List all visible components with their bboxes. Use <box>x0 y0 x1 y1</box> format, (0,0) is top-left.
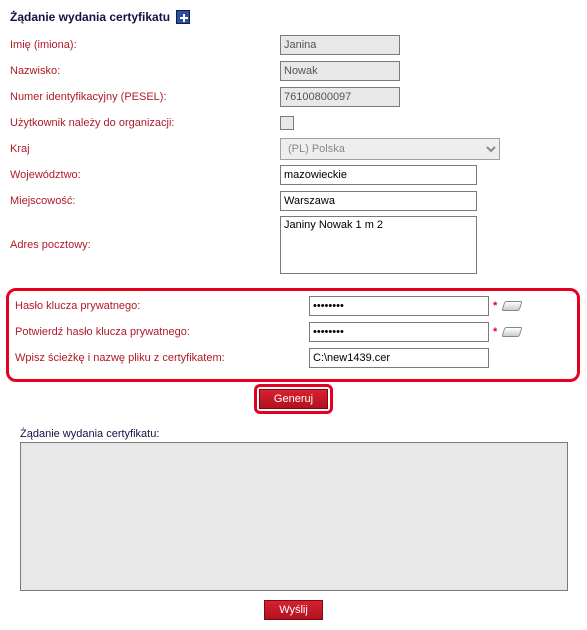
label-org: Użytkownik należy do organizacji: <box>10 117 280 129</box>
required-asterisk: * <box>493 300 497 312</box>
input-firstname <box>280 35 400 55</box>
textarea-req-output <box>20 442 568 591</box>
erase-icon[interactable] <box>502 301 523 311</box>
label-req-output: Żądanie wydania certyfikatu: <box>20 428 577 440</box>
expand-icon[interactable] <box>176 10 190 24</box>
label-lastname: Nazwisko: <box>10 65 280 77</box>
label-pesel: Numer identyfikacyjny (PESEL): <box>10 91 280 103</box>
select-country: (PL) Polska <box>280 138 500 160</box>
label-pk-pass-confirm: Potwierdź hasło klucza prywatnego: <box>15 326 309 338</box>
input-pk-pass[interactable] <box>309 296 489 316</box>
erase-icon[interactable] <box>502 327 523 337</box>
generate-button[interactable]: Generuj <box>259 389 328 409</box>
textarea-address[interactable] <box>280 216 477 274</box>
section-header: Żądanie wydania certyfikatu <box>10 10 577 24</box>
section-title: Żądanie wydania certyfikatu <box>10 10 170 24</box>
input-city[interactable] <box>280 191 477 211</box>
input-pesel <box>280 87 400 107</box>
input-cert-path[interactable] <box>309 348 489 368</box>
label-firstname: Imię (imiona): <box>10 39 280 51</box>
label-voivodeship: Województwo: <box>10 169 280 181</box>
checkbox-org <box>280 116 294 130</box>
input-voivodeship[interactable] <box>280 165 477 185</box>
label-pk-pass: Hasło klucza prywatnego: <box>15 300 309 312</box>
highlight-region: Hasło klucza prywatnego: * Potwierdź has… <box>6 288 580 382</box>
required-asterisk: * <box>493 326 497 338</box>
input-lastname <box>280 61 400 81</box>
label-city: Miejscowość: <box>10 195 280 207</box>
label-address: Adres pocztowy: <box>10 239 280 251</box>
label-cert-path: Wpisz ścieżkę i nazwę pliku z certyfikat… <box>15 352 309 364</box>
send-button[interactable]: Wyślij <box>264 600 323 620</box>
label-country: Kraj <box>10 143 280 155</box>
input-pk-pass-confirm[interactable] <box>309 322 489 342</box>
generate-button-highlight: Generuj <box>254 384 333 414</box>
